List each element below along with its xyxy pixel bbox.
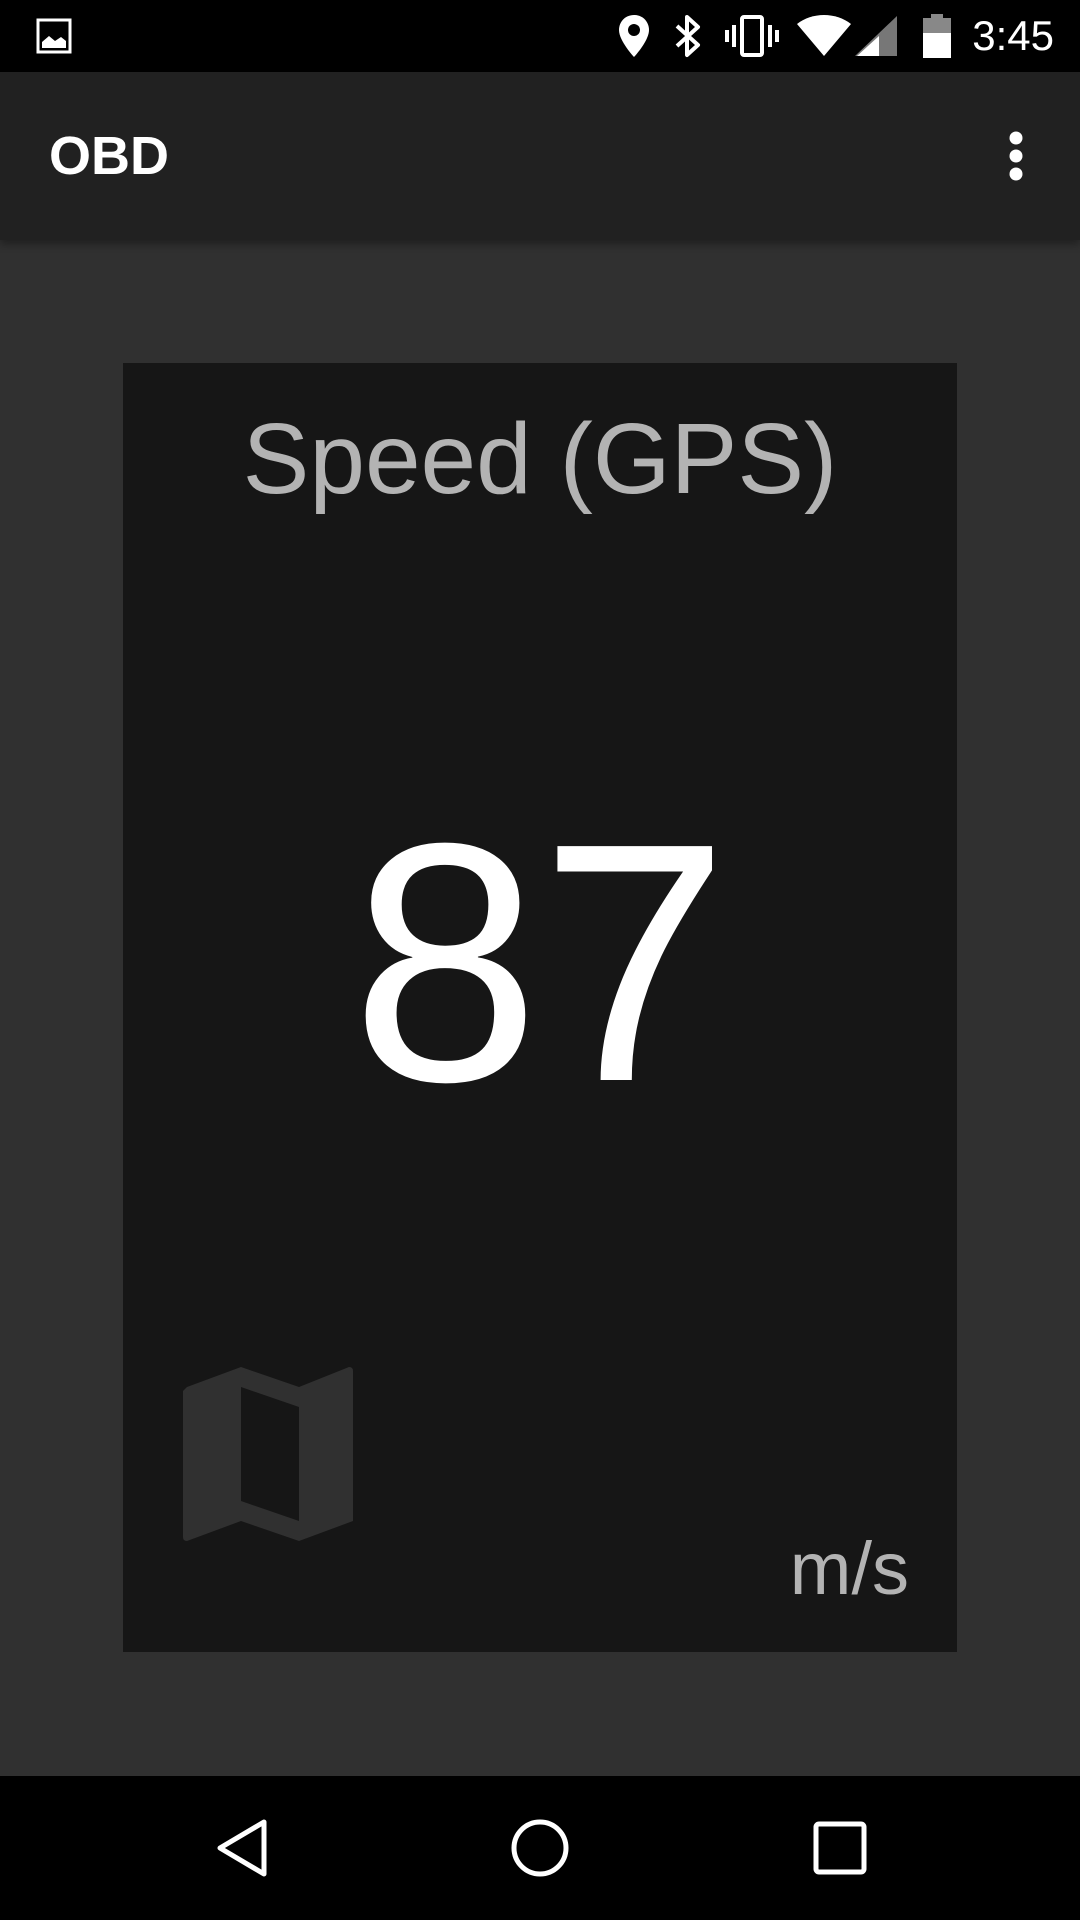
back-button[interactable] (170, 1776, 314, 1920)
overflow-menu-button[interactable] (976, 112, 1056, 200)
speed-gps-card[interactable]: Speed (GPS) 87 m/s (123, 363, 957, 1652)
app-bar: OBD (0, 72, 1080, 240)
map-icon[interactable] (153, 1363, 353, 1563)
more-vert-icon (1009, 131, 1023, 181)
bluetooth-icon (668, 0, 708, 72)
back-icon (217, 1819, 267, 1877)
speed-unit: m/s (789, 1527, 909, 1610)
recents-icon (813, 1821, 867, 1875)
cellular-signal-icon (852, 0, 900, 72)
home-button[interactable] (468, 1776, 612, 1920)
app-title: OBD (49, 126, 169, 186)
main-content: Speed (GPS) 87 m/s (0, 240, 1080, 1776)
card-title: Speed (GPS) (242, 403, 838, 515)
home-icon (511, 1819, 569, 1877)
status-time: 3:45 (972, 12, 1054, 59)
battery-icon (918, 0, 956, 72)
image-notification-icon (34, 0, 74, 72)
location-icon (614, 0, 654, 72)
recents-button[interactable] (768, 1776, 912, 1920)
vibrate-icon (722, 0, 782, 72)
speed-value: 87 (350, 773, 730, 1153)
status-bar: 3:45 (0, 0, 1080, 72)
wifi-icon (796, 0, 852, 72)
navigation-bar (0, 1776, 1080, 1920)
